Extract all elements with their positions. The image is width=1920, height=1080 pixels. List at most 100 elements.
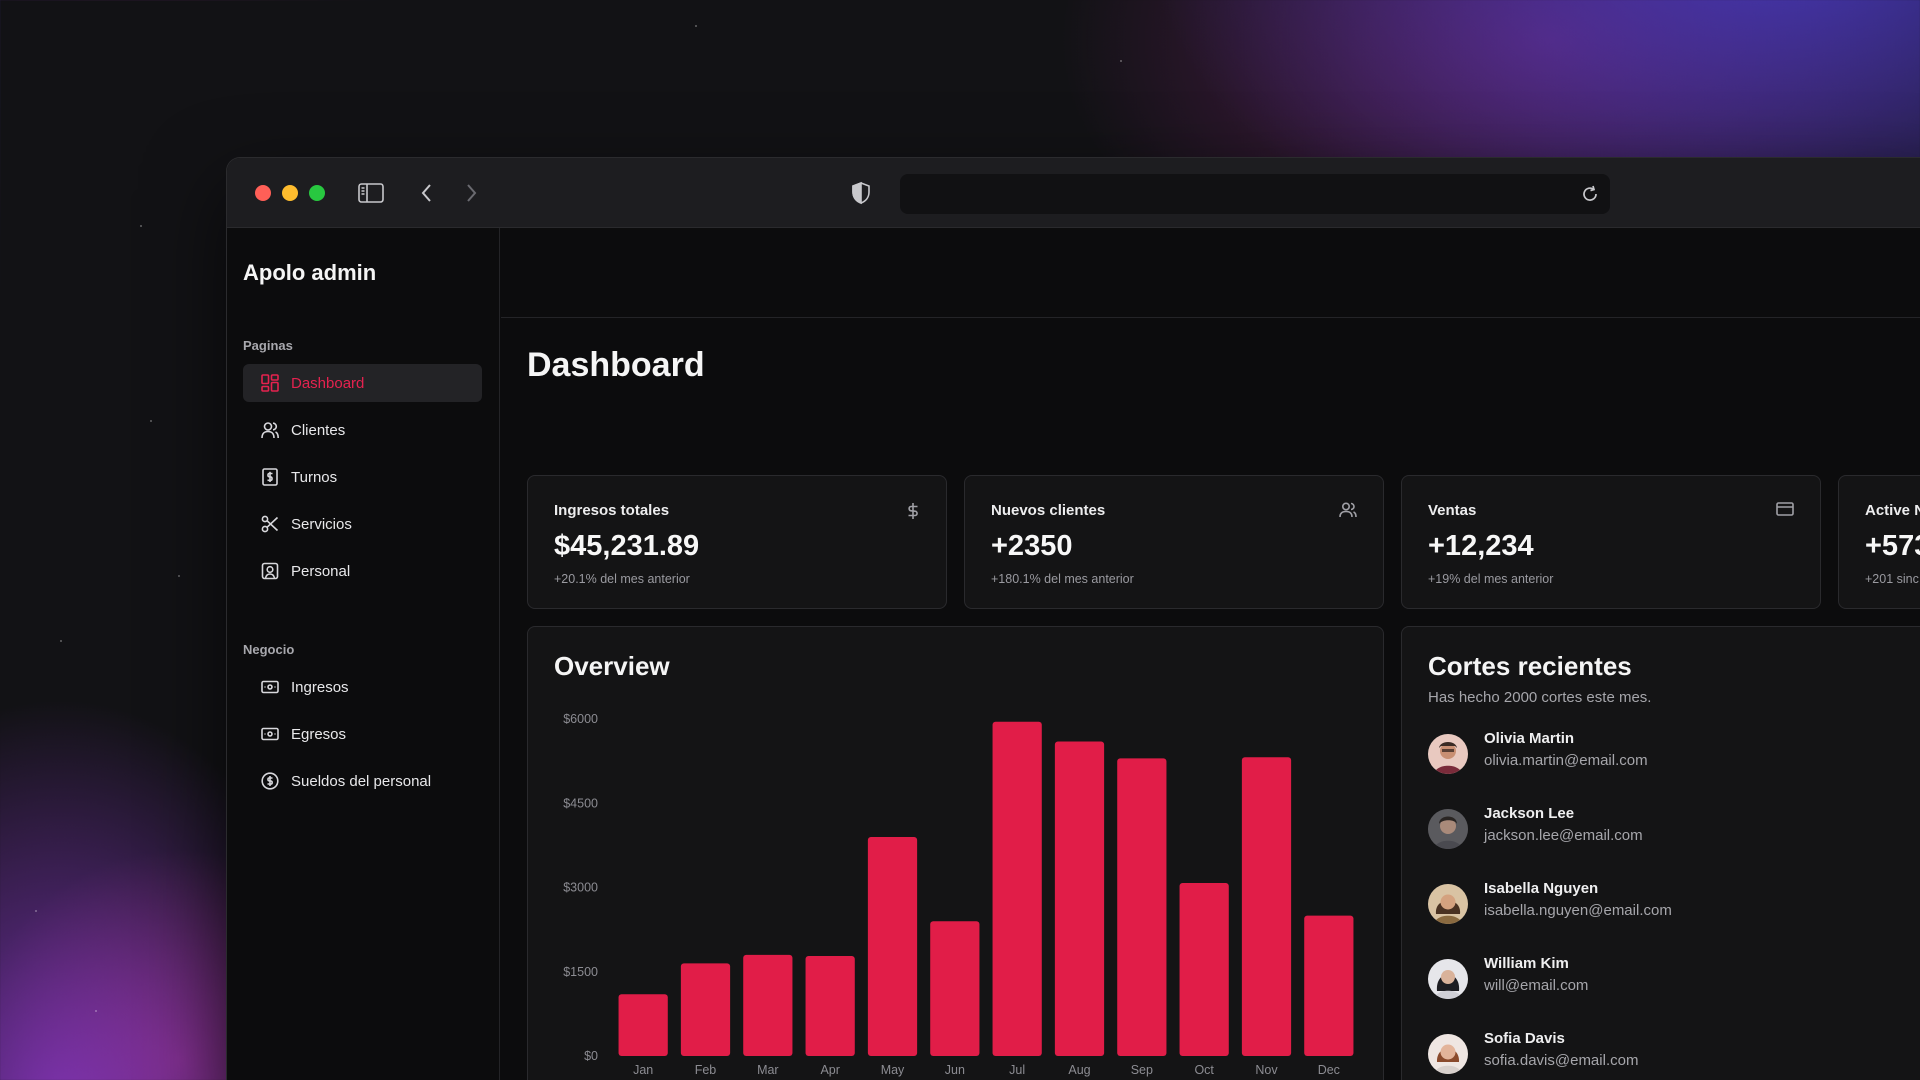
stat-change: +180.1% del mes anterior <box>991 572 1134 586</box>
back-arrow-icon[interactable] <box>413 180 441 206</box>
bar-feb[interactable] <box>680 963 731 1056</box>
customer-email: jackson.lee@email.com <box>1484 827 1643 844</box>
overview-card: Overview $0 $1500 $3000 $4500 $6000 Jan Feb Mar… <box>527 626 1384 1080</box>
section-label-negocio: Negocio <box>243 642 295 657</box>
x-tick-label: Dec <box>1318 1063 1340 1077</box>
x-tick-label: Mar <box>757 1063 779 1077</box>
sidebar: Apolo admin Paginas Dashboard Clientes T… <box>227 228 500 1080</box>
list-item[interactable]: Sofia Davis sofia.davis@email.com <box>1428 1030 1920 1080</box>
sidebar-item-personal[interactable]: Personal <box>243 552 482 590</box>
stat-value: +12,234 <box>1428 530 1534 562</box>
browser-titlebar <box>227 158 1920 228</box>
reload-icon[interactable] <box>1580 184 1600 209</box>
users-icon <box>1339 502 1357 523</box>
dollar-icon <box>906 502 920 525</box>
customer-name: William Kim <box>1484 955 1569 972</box>
bar-aug[interactable] <box>1054 741 1105 1056</box>
stat-change: +201 sinc <box>1865 572 1919 586</box>
bar-apr[interactable] <box>805 956 855 1056</box>
customer-email: sofia.davis@email.com <box>1484 1052 1639 1069</box>
sidebar-item-sueldos[interactable]: Sueldos del personal <box>243 762 482 800</box>
page-title: Dashboard <box>527 346 705 384</box>
stat-label: Ventas <box>1428 502 1477 519</box>
stat-change: +20.1% del mes anterior <box>554 572 690 586</box>
close-window-button[interactable] <box>255 185 271 201</box>
bar-sep[interactable] <box>1117 758 1167 1056</box>
avatar <box>1428 734 1468 774</box>
stat-value: +573 <box>1865 530 1920 562</box>
bar-mar[interactable] <box>743 954 793 1056</box>
dollar-circle-icon <box>261 772 279 790</box>
bar-dec[interactable] <box>1304 915 1354 1056</box>
bar-jun[interactable] <box>930 921 980 1056</box>
sidebar-item-label: Sueldos del personal <box>291 772 432 790</box>
overview-title: Overview <box>554 651 670 681</box>
sidebar-item-label: Dashboard <box>291 374 365 392</box>
x-tick-label: Oct <box>1194 1063 1214 1077</box>
x-tick-label: Aug <box>1068 1063 1090 1077</box>
customer-email: olivia.martin@email.com <box>1484 752 1648 769</box>
list-item[interactable]: Jackson Lee jackson.lee@email.com <box>1428 805 1920 855</box>
y-tick-label: $1500 <box>563 965 598 979</box>
section-label-paginas: Paginas <box>243 338 293 353</box>
stat-change: +19% del mes anterior <box>1428 572 1554 586</box>
x-tick-label: Apr <box>820 1063 839 1077</box>
sidebar-item-dashboard[interactable]: Dashboard <box>243 364 482 402</box>
overview-chart: $0 $1500 $3000 $4500 $6000 Jan Feb Mar Apr May Jun… <box>563 712 1354 1077</box>
stat-card-ventas: Ventas +12,234 +19% del mes anterior <box>1401 475 1821 609</box>
privacy-shield-icon[interactable] <box>847 180 875 206</box>
sidebar-item-label: Turnos <box>291 468 338 486</box>
sidebar-item-label: Servicios <box>291 515 352 533</box>
stat-label: Active N <box>1865 502 1920 519</box>
sidebar-item-egresos[interactable]: Egresos <box>243 715 482 753</box>
customer-name: Olivia Martin <box>1484 730 1575 747</box>
main-content: Dashboard Ingresos totales $45,231.89 +2… <box>501 228 1920 1080</box>
forward-arrow-icon[interactable] <box>457 180 485 206</box>
y-tick-label: $6000 <box>563 712 598 726</box>
list-item[interactable]: Olivia Martin olivia.martin@email.com <box>1428 730 1920 780</box>
customer-name: Sofia Davis <box>1484 1030 1565 1047</box>
sidebar-item-ingresos[interactable]: Ingresos <box>243 668 482 706</box>
stat-card-active: Active N +573 +201 sinc <box>1838 475 1920 609</box>
bar-nov[interactable] <box>1241 757 1292 1056</box>
sidebar-item-label: Ingresos <box>291 678 349 696</box>
recent-cuts-card: Cortes recientes Has hecho 2000 cortes e… <box>1401 626 1920 1080</box>
stat-value: $45,231.89 <box>554 530 700 562</box>
x-tick-label: Jan <box>633 1063 653 1077</box>
recent-title: Cortes recientes <box>1428 651 1632 681</box>
avatar <box>1428 959 1468 999</box>
app-title: Apolo admin <box>243 260 377 285</box>
bar-oct[interactable] <box>1179 883 1229 1056</box>
sidebar-item-clientes[interactable]: Clientes <box>243 411 482 449</box>
list-item[interactable]: Isabella Nguyen isabella.nguyen@email.co… <box>1428 880 1920 930</box>
stat-label: Nuevos clientes <box>991 502 1106 519</box>
sidebar-item-label: Egresos <box>291 725 347 743</box>
bar-may[interactable] <box>867 836 918 1056</box>
maximize-window-button[interactable] <box>309 185 325 201</box>
customer-email: isabella.nguyen@email.com <box>1484 902 1672 919</box>
top-header <box>501 228 1920 318</box>
sidebar-item-turnos[interactable]: Turnos <box>243 458 482 496</box>
dashboard-icon <box>261 374 279 392</box>
recent-description: Has hecho 2000 cortes este mes. <box>1428 689 1652 706</box>
customer-email: will@email.com <box>1484 977 1589 994</box>
avatar <box>1428 1034 1468 1074</box>
bar-jul[interactable] <box>992 721 1042 1056</box>
address-bar[interactable] <box>900 174 1610 214</box>
browser-window: Apolo admin Paginas Dashboard Clientes T… <box>226 157 1920 1080</box>
y-tick-label: $4500 <box>563 796 598 810</box>
bar-jan[interactable] <box>618 994 668 1056</box>
x-tick-label: May <box>881 1063 905 1077</box>
list-item[interactable]: William Kim will@email.com <box>1428 955 1920 1005</box>
sidebar-toggle-icon[interactable] <box>357 180 385 206</box>
x-tick-label: Jul <box>1009 1063 1025 1077</box>
stat-card-clientes: Nuevos clientes +2350 +180.1% del mes an… <box>964 475 1384 609</box>
sidebar-item-servicios[interactable]: Servicios <box>243 505 482 543</box>
avatar <box>1428 809 1468 849</box>
minimize-window-button[interactable] <box>282 185 298 201</box>
x-tick-label: Jun <box>945 1063 965 1077</box>
customer-name: Jackson Lee <box>1484 805 1575 822</box>
x-tick-label: Nov <box>1255 1063 1278 1077</box>
stat-value: +2350 <box>991 530 1073 562</box>
x-tick-label: Feb <box>695 1063 717 1077</box>
